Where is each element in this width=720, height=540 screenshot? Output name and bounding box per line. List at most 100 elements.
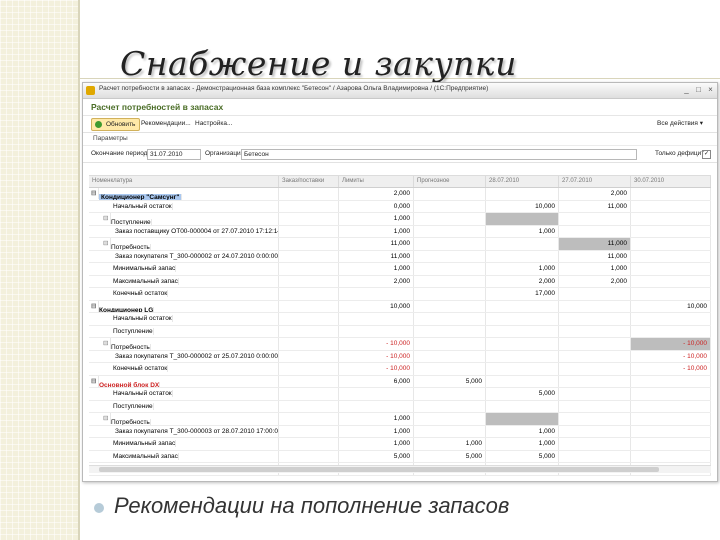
table-row[interactable]: Конечный остаток - 10,000 - 10,000 [89, 363, 711, 376]
table-row[interactable]: ⊟Кондиционер "Самсунг" 2,000 2,000 [89, 188, 711, 201]
grid-cell[interactable] [631, 188, 711, 200]
table-row[interactable]: Минимальный запас 1,000 1,000 1,000 [89, 438, 711, 451]
scrollbar-thumb[interactable] [99, 467, 659, 472]
expand-toggle-icon[interactable]: ⊟ [103, 413, 111, 424]
table-row[interactable]: Максимальный запас 5,000 5,000 5,000 [89, 450, 711, 463]
col-header[interactable]: Прогнозное [414, 176, 486, 187]
settings-button[interactable]: Настройка... [195, 118, 232, 129]
all-actions-menu[interactable]: Все действия ▾ [657, 118, 703, 129]
grid-cell[interactable] [414, 400, 486, 412]
expand-toggle-icon[interactable]: ⊟ [103, 213, 111, 224]
grid-cell[interactable] [279, 350, 339, 362]
grid-cell[interactable] [414, 338, 486, 350]
grid-cell[interactable] [414, 325, 486, 337]
grid-cell[interactable] [414, 250, 486, 262]
grid-cell[interactable]: 5,000 [414, 450, 486, 462]
col-header[interactable]: 28.07.2010 [486, 176, 559, 187]
grid-cell[interactable] [279, 225, 339, 237]
row-label-cell[interactable]: Заказ покупателя Т_300-000002 от 24.07.2… [89, 250, 279, 262]
grid-cell[interactable] [414, 188, 486, 200]
grid-cell[interactable]: 1,000 [414, 438, 486, 450]
grid-cell[interactable] [279, 375, 339, 387]
grid-cell[interactable] [486, 238, 559, 250]
grid-cell[interactable]: 11,000 [339, 238, 414, 250]
refresh-button[interactable]: Обновить [91, 118, 141, 131]
col-header[interactable]: 27.07.2010 [559, 176, 631, 187]
grid-cell[interactable] [279, 363, 339, 375]
grid-cell[interactable] [486, 350, 559, 362]
table-row[interactable]: Заказ покупателя Т_300-000002 от 25.07.2… [89, 350, 711, 363]
grid-cell[interactable] [279, 250, 339, 262]
grid-cell[interactable] [279, 438, 339, 450]
grid-cell[interactable] [414, 200, 486, 212]
table-row[interactable]: Заказ покупателя Т_300-000003 от 28.07.2… [89, 425, 711, 438]
grid-cell[interactable] [414, 213, 486, 225]
grid-cell[interactable]: - 10,000 [339, 363, 414, 375]
grid-cell[interactable]: 11,000 [559, 238, 631, 250]
recommendations-button[interactable]: Рекомендации... [141, 118, 191, 129]
grid-cell[interactable]: 1,000 [339, 425, 414, 437]
grid-cell[interactable] [414, 350, 486, 362]
grid-cell[interactable] [559, 388, 631, 400]
grid-cell[interactable] [414, 263, 486, 275]
grid-cell[interactable] [631, 263, 711, 275]
col-header[interactable]: Заказ/поставки [279, 176, 339, 187]
close-button[interactable]: × [706, 84, 715, 95]
grid-cell[interactable]: 1,000 [339, 263, 414, 275]
grid-cell[interactable] [486, 313, 559, 325]
grid-cell[interactable] [559, 313, 631, 325]
table-row[interactable]: Начальный остаток 5,000 [89, 388, 711, 401]
grid-cell[interactable] [279, 425, 339, 437]
grid-cell[interactable] [559, 425, 631, 437]
grid-cell[interactable]: 1,000 [339, 438, 414, 450]
grid-cell[interactable] [279, 213, 339, 225]
grid-cell[interactable]: 1,000 [339, 413, 414, 425]
grid-cell[interactable] [559, 300, 631, 312]
table-row[interactable]: Максимальный запас 2,000 2,000 2,000 [89, 275, 711, 288]
table-row[interactable]: ⊟Поступление 1,000 [89, 213, 711, 226]
grid-cell[interactable] [559, 213, 631, 225]
grid-cell[interactable] [486, 413, 559, 425]
table-row[interactable]: ⊟Основной блок DX 6,000 5,000 [89, 375, 711, 388]
table-row[interactable]: Конечный остаток 17,000 [89, 288, 711, 301]
grid-cell[interactable] [559, 413, 631, 425]
grid-cell[interactable] [631, 413, 711, 425]
grid-cell[interactable] [631, 375, 711, 387]
org-input[interactable]: Бетесон [241, 149, 637, 160]
grid-cell[interactable] [559, 375, 631, 387]
grid-cell[interactable] [279, 263, 339, 275]
grid-cell[interactable] [631, 238, 711, 250]
col-header[interactable]: Лимиты [339, 176, 414, 187]
grid-cell[interactable] [559, 325, 631, 337]
table-row[interactable]: ⊟Кондиционер LG 10,000 10,000 [89, 300, 711, 313]
grid-cell[interactable] [279, 238, 339, 250]
grid-cell[interactable] [559, 225, 631, 237]
row-label-cell[interactable]: Конечный остаток [89, 363, 279, 375]
grid-cell[interactable]: 10,000 [486, 200, 559, 212]
grid-cell[interactable] [486, 400, 559, 412]
expand-toggle-icon[interactable]: ⊟ [103, 238, 111, 249]
grid-cell[interactable] [631, 275, 711, 287]
grid-cell[interactable] [559, 438, 631, 450]
grid-cell[interactable] [339, 313, 414, 325]
grid-cell[interactable]: 5,000 [339, 450, 414, 462]
grid-cell[interactable]: 2,000 [486, 275, 559, 287]
grid-cell[interactable] [631, 425, 711, 437]
grid-cell[interactable] [559, 350, 631, 362]
grid-cell[interactable]: 11,000 [339, 250, 414, 262]
grid-cell[interactable]: 6,000 [339, 375, 414, 387]
grid-cell[interactable]: 2,000 [339, 275, 414, 287]
grid-cell[interactable] [339, 325, 414, 337]
grid-cell[interactable] [631, 438, 711, 450]
table-row[interactable]: Поступление [89, 400, 711, 413]
grid-cell[interactable]: - 10,000 [631, 363, 711, 375]
grid-cell[interactable] [631, 450, 711, 462]
grid-cell[interactable] [559, 450, 631, 462]
grid-cell[interactable] [414, 413, 486, 425]
grid-cell[interactable] [486, 375, 559, 387]
grid-cell[interactable] [486, 338, 559, 350]
grid-cell[interactable]: 0,000 [339, 200, 414, 212]
grid-cell[interactable] [414, 238, 486, 250]
minimize-button[interactable]: _ [682, 84, 691, 95]
grid-cell[interactable] [279, 200, 339, 212]
